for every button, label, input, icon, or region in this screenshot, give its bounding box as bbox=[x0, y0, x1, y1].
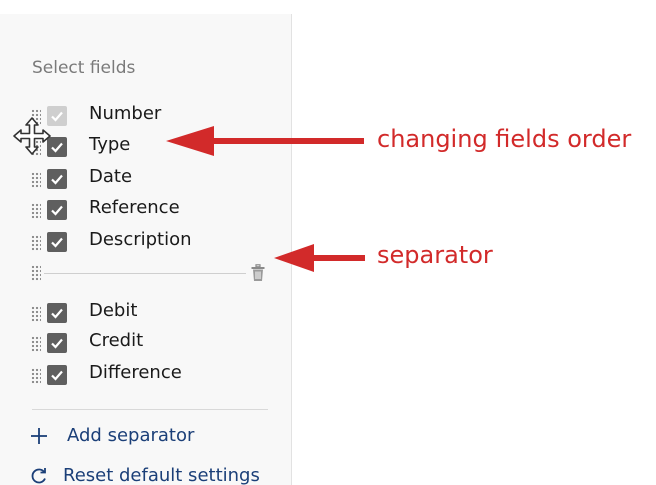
annotation-separator: separator bbox=[377, 241, 493, 269]
field-label-description: Description bbox=[89, 229, 192, 250]
checkbox-date[interactable] bbox=[47, 169, 67, 189]
panel-title: Select fields bbox=[32, 58, 136, 78]
divider bbox=[32, 409, 268, 410]
field-label-debit: Debit bbox=[89, 300, 138, 321]
select-fields-panel: Select fields Number Type Date Reference bbox=[0, 14, 292, 485]
drag-handle-icon[interactable] bbox=[31, 265, 41, 281]
move-cursor-icon bbox=[13, 117, 51, 155]
separator-row[interactable] bbox=[0, 256, 290, 284]
annotation-arrow-separator bbox=[274, 244, 365, 272]
plus-icon bbox=[31, 428, 47, 444]
field-row-debit[interactable]: Debit bbox=[0, 297, 290, 325]
separator-line bbox=[44, 273, 246, 274]
drag-handle-icon[interactable] bbox=[31, 306, 41, 322]
checkbox-debit[interactable] bbox=[47, 303, 67, 323]
drag-handle-icon[interactable] bbox=[31, 203, 41, 219]
field-row-date[interactable]: Date bbox=[0, 163, 290, 191]
reset-default-settings-label: Reset default settings bbox=[63, 465, 260, 485]
field-row-reference[interactable]: Reference bbox=[0, 194, 290, 222]
checkbox-reference[interactable] bbox=[47, 200, 67, 220]
field-row-credit[interactable]: Credit bbox=[0, 327, 290, 355]
checkbox-difference[interactable] bbox=[47, 365, 67, 385]
field-label-type: Type bbox=[89, 134, 131, 155]
drag-handle-icon[interactable] bbox=[31, 235, 41, 251]
field-label-date: Date bbox=[89, 166, 133, 187]
drag-handle-icon[interactable] bbox=[31, 368, 41, 384]
checkbox-description[interactable] bbox=[47, 232, 67, 252]
field-label-number: Number bbox=[89, 103, 162, 124]
reset-icon bbox=[31, 468, 46, 484]
field-label-reference: Reference bbox=[89, 197, 180, 218]
add-separator-label: Add separator bbox=[67, 425, 195, 446]
drag-handle-icon[interactable] bbox=[31, 172, 41, 188]
drag-handle-icon[interactable] bbox=[31, 336, 41, 352]
checkbox-credit[interactable] bbox=[47, 333, 67, 353]
field-row-description[interactable]: Description bbox=[0, 226, 290, 254]
field-row-difference[interactable]: Difference bbox=[0, 359, 290, 387]
annotation-arrow-order bbox=[166, 126, 364, 156]
field-label-credit: Credit bbox=[89, 330, 144, 351]
field-label-difference: Difference bbox=[89, 362, 182, 383]
annotation-changing-fields-order: changing fields order bbox=[377, 125, 632, 153]
trash-icon[interactable] bbox=[250, 264, 266, 282]
